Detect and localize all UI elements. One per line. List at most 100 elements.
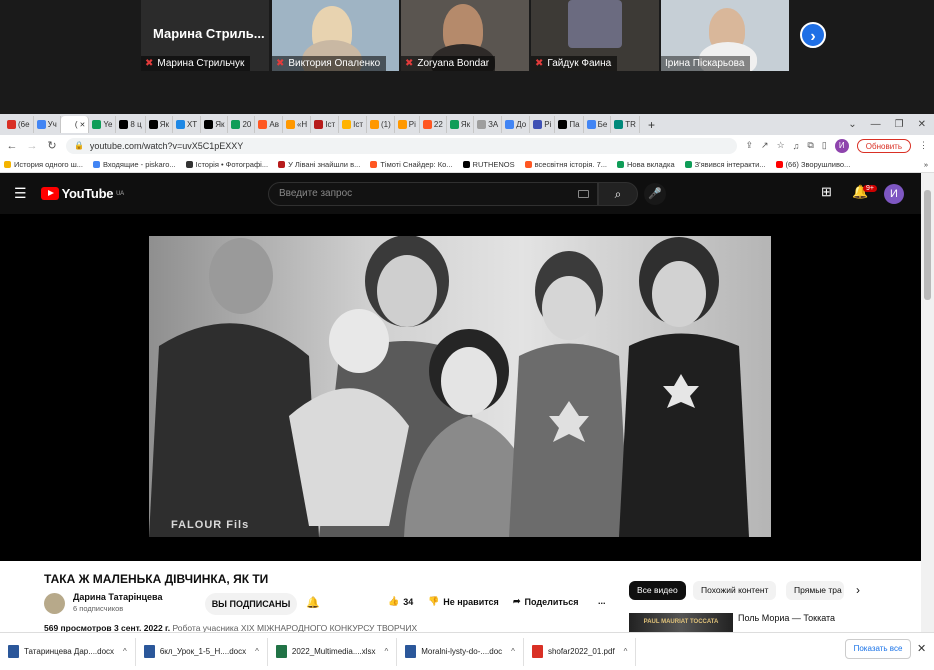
browser-tab[interactable]: (1): [367, 116, 395, 133]
profile-avatar[interactable]: И: [834, 138, 849, 153]
sidebar-icon[interactable]: ▯: [822, 140, 827, 151]
browser-tab[interactable]: Рі: [530, 116, 556, 133]
participant-tile[interactable]: Марина Стриль... ✖ Марина Стрильчук: [141, 0, 269, 71]
browser-tab[interactable]: 20: [228, 116, 256, 133]
browser-tab[interactable]: Па: [555, 116, 584, 133]
chevron-right-icon[interactable]: ›: [856, 583, 860, 597]
recommended-title[interactable]: Поль Мориа — Токката: [738, 613, 835, 623]
window-controls: ⌄ — ❐ ✕: [848, 119, 934, 130]
channel-name[interactable]: Дарина Татарінцева: [73, 592, 162, 602]
address-bar[interactable]: 🔒 youtube.com/watch?v=uvX5C1pEXXY: [65, 137, 738, 154]
browser-tab[interactable]: 8 ц: [116, 116, 146, 133]
youtube-logo[interactable]: YouTube UA: [40, 186, 124, 201]
browser-tab[interactable]: Уч: [34, 116, 61, 133]
download-item[interactable]: 2022_Multimedia....xlsx ^: [268, 637, 398, 666]
bookmarks-overflow-icon[interactable]: »: [924, 160, 934, 169]
menu-icon[interactable]: ☰: [14, 185, 27, 202]
microphone-icon[interactable]: 🎤: [644, 183, 666, 205]
install-icon[interactable]: ⇪: [745, 140, 753, 151]
file-icon: [405, 645, 417, 658]
chevron-up-icon[interactable]: ^: [624, 647, 628, 656]
subscribe-button[interactable]: ВЫ ПОДПИСАНЫ: [205, 593, 297, 615]
update-button[interactable]: Обновить: [856, 138, 912, 153]
chevron-right-icon[interactable]: ›: [800, 22, 826, 48]
menu-icon[interactable]: ⋮: [919, 140, 928, 151]
browser-tab[interactable]: Ав: [255, 116, 283, 133]
dislike-button[interactable]: 👎 Не нравится: [428, 596, 499, 607]
close-icon[interactable]: ✕: [917, 642, 926, 655]
chevron-up-icon[interactable]: ^: [384, 647, 388, 656]
tab-label: 8 ц: [130, 120, 142, 129]
extension-icon[interactable]: ⧉: [807, 140, 813, 151]
bookmark-item[interactable]: всесвітня історія. 7...: [524, 160, 607, 169]
chip-live[interactable]: Прямые тра: [786, 581, 844, 600]
browser-tab[interactable]: ЗА: [474, 116, 503, 133]
bell-icon[interactable]: 🔔: [306, 596, 320, 609]
browser-tab[interactable]: Іст: [339, 116, 367, 133]
browser-tab[interactable]: 22: [420, 116, 447, 133]
maximize-icon[interactable]: ❐: [895, 119, 904, 130]
download-item[interactable]: Moralni-lysty-do-....doc ^: [397, 637, 524, 666]
browser-tab[interactable]: TR: [611, 116, 640, 133]
star-icon[interactable]: ☆: [777, 140, 785, 151]
back-icon[interactable]: ←: [6, 140, 18, 152]
chip-all-videos[interactable]: Все видео: [629, 581, 686, 600]
bookmark-label: (66) Зворушливо...: [785, 159, 851, 169]
download-item[interactable]: Татаринцева Дар....docx ^: [0, 637, 136, 666]
channel-avatar[interactable]: [44, 593, 65, 614]
bookmark-item[interactable]: RUTHENOS: [462, 160, 515, 169]
like-button[interactable]: 👍 34: [388, 596, 413, 607]
participant-tile[interactable]: ✖ Гайдук Фаина: [531, 0, 659, 71]
media-icon[interactable]: ♫: [793, 141, 800, 151]
browser-tab[interactable]: Рі: [395, 116, 420, 133]
forward-icon[interactable]: →: [26, 140, 38, 152]
chevron-up-icon[interactable]: ^: [123, 647, 127, 656]
tab-favicon-icon: [258, 120, 268, 129]
recommended-thumbnail[interactable]: PAUL MAURIAT TOCCATA: [629, 613, 733, 632]
download-item[interactable]: shofar2022_01.pdf ^: [524, 637, 637, 666]
chevron-up-icon[interactable]: ^: [511, 647, 515, 656]
browser-tab[interactable]: Ye: [89, 116, 117, 133]
browser-tab[interactable]: ХТ: [173, 116, 202, 133]
participant-tile[interactable]: ✖ Zoryana Bondar: [401, 0, 529, 71]
browser-tab[interactable]: (✕: [60, 116, 90, 133]
chevron-up-icon[interactable]: ^: [255, 647, 259, 656]
browser-tab[interactable]: «Н: [283, 116, 312, 133]
share-button[interactable]: ➦ Поделиться: [513, 596, 579, 607]
show-all-downloads-button[interactable]: Показать все: [845, 639, 911, 659]
bookmark-item[interactable]: Входящие - piskaro...: [92, 160, 176, 169]
chip-related[interactable]: Похожий контент: [693, 581, 777, 600]
participant-tile[interactable]: ✖ Виктория Опаленко: [272, 0, 399, 71]
keyboard-icon[interactable]: [578, 190, 589, 198]
reload-icon[interactable]: ↻: [46, 139, 58, 152]
bookmark-item[interactable]: У Лівані знайшли в...: [278, 160, 360, 169]
browser-tab[interactable]: Бе: [584, 116, 612, 133]
bookmark-item[interactable]: Нова вкладка: [617, 160, 675, 169]
more-actions-button[interactable]: ...: [598, 596, 606, 606]
minimize-icon[interactable]: —: [871, 119, 881, 130]
close-icon[interactable]: ✕: [918, 119, 926, 130]
bookmark-item[interactable]: З'явився інтеракти...: [684, 160, 766, 169]
browser-tab[interactable]: Як: [447, 116, 475, 133]
create-video-icon[interactable]: ⊞: [821, 184, 832, 200]
search-input[interactable]: Введите запрос: [268, 182, 598, 206]
tab-favicon-icon: [449, 120, 459, 129]
browser-tab[interactable]: Як: [201, 116, 229, 133]
browser-tab[interactable]: (6е: [4, 116, 34, 133]
bookmark-item[interactable]: История одного ш...: [4, 160, 83, 169]
new-tab-button[interactable]: +: [640, 116, 663, 133]
bookmark-item[interactable]: Тімоті Снайдер: Ко...: [370, 160, 453, 169]
search-button[interactable]: ⌕: [598, 182, 638, 206]
scrollbar-thumb[interactable]: [924, 190, 931, 300]
bookmark-item[interactable]: (66) Зворушливо...: [775, 159, 851, 169]
close-tab-icon[interactable]: ✕: [79, 121, 85, 129]
participant-tile[interactable]: Ірина Піскарьова: [661, 0, 789, 71]
browser-tab[interactable]: Іст: [311, 116, 340, 133]
account-avatar[interactable]: И: [884, 184, 904, 204]
browser-tab[interactable]: До: [502, 116, 531, 133]
bookmark-item[interactable]: Історія • Фотографі...: [185, 160, 268, 169]
chevron-down-icon[interactable]: ⌄: [848, 119, 856, 130]
download-item[interactable]: 6кл_Урок_1-5_Н....docx ^: [136, 637, 268, 666]
share-icon[interactable]: ↗: [761, 140, 769, 151]
browser-tab[interactable]: Як: [146, 116, 173, 133]
